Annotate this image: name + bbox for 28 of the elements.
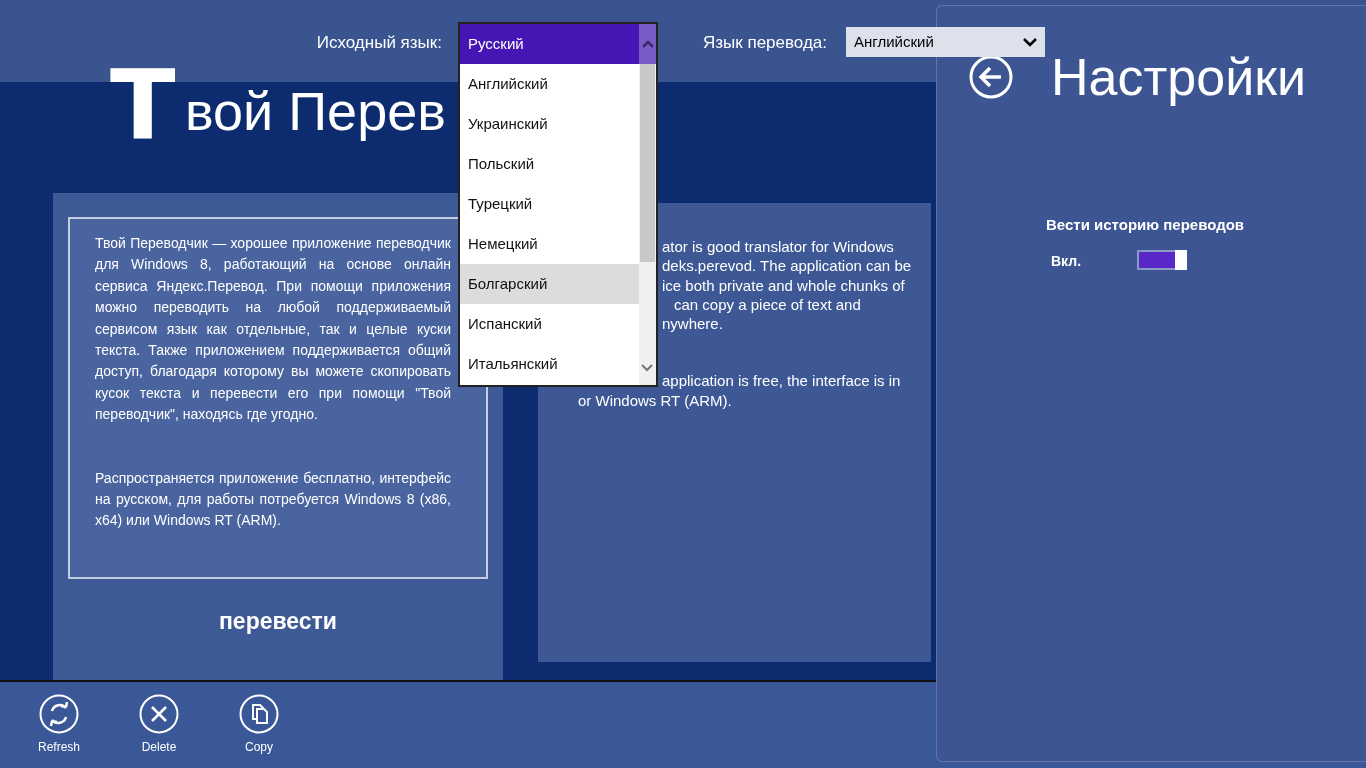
target-language-dropdown[interactable]: Английский: [846, 27, 1045, 57]
language-option[interactable]: Болгарский: [460, 264, 640, 304]
setting-section-title: Вести историю переводов: [1046, 215, 1245, 235]
result-text-line: ator is good translator for Windows: [661, 237, 895, 257]
result-text-line: can copy a piece of text and: [673, 294, 862, 315]
result-text-line: deks.perevod. The application can be: [661, 256, 913, 276]
app-bar-button[interactable]: Copy: [209, 694, 309, 768]
history-toggle[interactable]: [1137, 250, 1187, 270]
source-language-label: Исходный язык:: [316, 32, 442, 54]
app-logo-letter: Т: [110, 58, 176, 154]
refresh-icon: [39, 694, 79, 734]
source-paragraph: Твой Переводчик — хорошее приложение переводчик для Windows 8, работающий на основе онлайн сервиса Яндекс.Перевод. При помощи приложения можно переводить на любой поддерживаемый сервисом язык как отдельные, так и целые куски текста. Также приложением поддерживается общий доступ, благодаря которому вы можете скопировать кусок текста и перевести его при помощи "Твой переводчик", находясь где угодно.: [95, 234, 451, 425]
toggle-label: Вкл.: [1051, 252, 1082, 271]
app-bar-button[interactable]: Refresh: [9, 694, 109, 768]
language-option[interactable]: Русский: [460, 24, 640, 64]
app-bar-button[interactable]: Delete: [109, 694, 209, 768]
scrollbar[interactable]: [639, 24, 656, 385]
chevron-down-icon: [1023, 37, 1037, 47]
result-text-line: or Windows RT (ARM).: [577, 390, 733, 411]
chevron-up-icon[interactable]: [641, 40, 654, 48]
translate-button[interactable]: перевести: [53, 603, 503, 640]
target-language-label: Язык перевода:: [703, 32, 828, 54]
copy-icon: [239, 694, 279, 734]
result-text-line: application is free, the interface is in: [661, 371, 902, 391]
close-icon: [139, 694, 179, 734]
source-paragraph: Распространяется приложение бесплатно, интерфейс на русском, для работы потребуется Windows 8 (x86, x64) или Windows RT (ARM).: [95, 468, 451, 531]
chevron-down-icon[interactable]: [641, 363, 653, 372]
result-text-line: nywhere.: [661, 314, 724, 334]
